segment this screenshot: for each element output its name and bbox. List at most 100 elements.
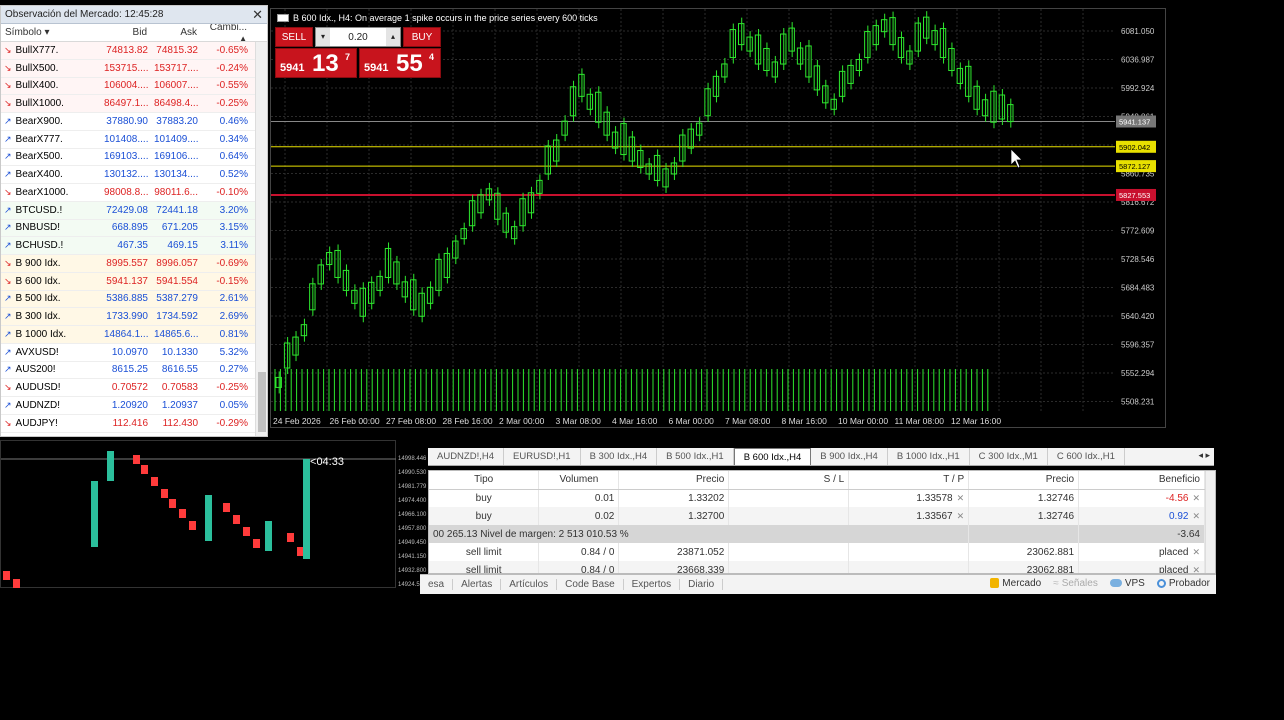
symbol-cell[interactable]: ↗ B 300 Idx. [1,311,101,322]
volume-value[interactable]: 0.20 [348,32,367,43]
vps-button[interactable]: VPS [1109,578,1145,589]
col-volume[interactable]: Volumen [538,471,620,490]
cancel-order-icon[interactable]: ✕ [1192,547,1200,557]
market-watch-row[interactable]: ↗ BearX777. 101408.... 101409.... 0.34% [1,131,267,149]
scrollbar-thumb[interactable] [258,372,266,432]
col-sl[interactable]: S / L [728,471,850,490]
market-watch-row[interactable]: ↗ AVXUSD! 10.0970 10.1330 5.32% [1,344,267,362]
bid-price-button[interactable]: 5941 13 7 [275,48,357,78]
cancel-order-icon[interactable]: ✕ [1192,565,1200,574]
position-row[interactable]: buy 0.02 1.32700 1.33567 ✕ 1.32746 0.92 ✕ [429,507,1205,525]
position-sl[interactable] [728,489,850,507]
close-position-icon[interactable]: ✕ [1192,511,1200,521]
close-position-icon[interactable]: ✕ [1192,493,1200,503]
tabs-scroll-arrows-icon[interactable]: ◂ ▸ [1198,450,1210,461]
chart-tab[interactable]: B 1000 Idx.,H1 [888,448,970,465]
tab-articles[interactable]: Artículos [501,579,558,590]
market-watch-row[interactable]: ↗ AUS200! 8615.25 8616.55 0.27% [1,362,267,380]
symbol-cell[interactable]: ↗ BearX900. [1,116,101,127]
market-watch-row[interactable]: ↘ AUDUSD! 0.70572 0.70583 -0.25% [1,379,267,397]
market-watch-row[interactable]: ↗ AUDNZD! 1.20920 1.20937 0.05% [1,397,267,415]
symbol-cell[interactable]: ↗ BNBUSD! [1,222,101,233]
volume-down-icon[interactable]: ▾ [316,28,330,46]
symbol-cell[interactable]: ↘ B 900 Idx. [1,258,101,269]
symbol-cell[interactable]: ↗ AUDNZD! [1,400,101,411]
symbol-cell[interactable]: ↗ AUS200! [1,364,101,375]
symbol-cell[interactable]: ↗ B 1000 Idx. [1,329,101,340]
close-icon[interactable]: ✕ [252,7,263,23]
symbol-cell[interactable]: ↘ BullX1000. [1,98,101,109]
chart-tab[interactable]: B 600 Idx.,H4 [733,448,812,465]
col-profit[interactable]: Beneficio [1078,471,1205,490]
col-type[interactable]: Tipo [429,471,540,490]
symbol-cell[interactable]: ↘ BullX400. [1,80,101,91]
symbol-cell[interactable]: ↘ AUDJPY! [1,418,101,429]
symbol-cell[interactable]: ↗ BCHUSD.! [1,240,101,251]
buy-button[interactable]: BUY [403,27,441,47]
symbol-cell[interactable]: ↗ B 500 Idx. [1,293,101,304]
market-watch-row[interactable]: ↘ BullX1000. 86497.1... 86498.4... -0.25% [1,95,267,113]
symbol-cell[interactable]: ↘ AUDUSD! [1,382,101,393]
tab-journal[interactable]: Diario [680,579,724,590]
col-current-price[interactable]: Precio [968,471,1080,490]
chart-tab[interactable]: B 900 Idx.,H4 [811,448,888,465]
symbol-cell[interactable]: ↗ AVXUSD! [1,347,101,358]
column-symbol[interactable]: Símbolo ▾ [1,27,101,38]
terminal-scrollbar[interactable] [1205,471,1215,573]
symbol-cell[interactable]: ↘ BullX500. [1,63,101,74]
tab-alerts[interactable]: Alertas [453,579,502,590]
chart-tab[interactable]: C 600 Idx.,H1 [1048,448,1125,465]
symbol-cell[interactable]: ↘ BullX777. [1,45,101,56]
market-watch-row[interactable]: ↗ B 500 Idx. 5386.885 5387.279 2.61% [1,290,267,309]
sell-button[interactable]: SELL [275,27,313,47]
market-watch-row[interactable]: ↘ BullX500. 153715.... 153717.... -0.24% [1,59,267,78]
tab-code-base[interactable]: Code Base [557,579,624,590]
market-watch-row[interactable]: ↘ BullX777. 74813.82 74815.32 -0.65% [1,42,267,60]
tab-trade[interactable]: esa [420,579,454,590]
order-row[interactable]: sell limit 0.84 / 0 23668.339 23062.881 … [429,561,1205,574]
market-watch-row[interactable]: ↘ BullX400. 106004.... 106007.... -0.55% [1,77,267,96]
symbol-cell[interactable]: ↗ BearX400. [1,169,101,180]
position-sl[interactable] [728,507,850,525]
remove-tp-icon[interactable]: ✕ [957,493,965,503]
ask-price-button[interactable]: 5941 55 4 [359,48,441,78]
symbol-cell[interactable]: ↗ BTCUSD.! [1,205,101,216]
tester-button[interactable]: Probador [1156,578,1210,589]
market-watch-row[interactable]: ↗ BearX400. 130132.... 130134.... 0.52% [1,166,267,184]
market-watch-row[interactable]: ↗ BTCUSD.! 72429.08 72441.18 3.20% [1,201,267,220]
market-watch-row[interactable]: ↗ B 300 Idx. 1733.990 1734.592 2.69% [1,308,267,326]
market-button[interactable]: Mercado [990,578,1041,589]
market-watch-row[interactable]: ↘ B 900 Idx. 8995.557 8996.057 -0.69% [1,255,267,273]
market-watch-row[interactable]: ↗ BCHUSD.! 467.35 469.15 3.11% [1,237,267,255]
market-watch-row[interactable]: ↘ AUDJPY! 112.416 112.430 -0.29% [1,415,267,433]
chart-tab[interactable]: B 300 Idx.,H4 [581,448,658,465]
signals-button[interactable]: ≈ Señales [1053,578,1098,589]
col-tp[interactable]: T / P [848,471,970,490]
market-watch-row[interactable]: ↗ BNBUSD! 668.895 671.205 3.15% [1,219,267,238]
column-bid[interactable]: Bid [101,27,151,38]
symbol-cell[interactable]: ↘ BearX1000. [1,187,101,198]
col-price[interactable]: Precio [618,471,730,490]
chart-tab[interactable]: AUDNZD!,H4 [428,448,505,465]
market-watch-row[interactable]: ↗ BearX900. 37880.90 37883.20 0.46% [1,113,267,131]
market-watch-row[interactable]: ↘ B 600 Idx. 5941.137 5941.554 -0.15% [1,272,267,291]
symbol-cell[interactable]: ↘ B 600 Idx. [1,276,101,287]
remove-tp-icon[interactable]: ✕ [957,511,965,521]
market-watch-row[interactable]: ↘ BearX1000. 98008.8... 98011.6... -0.10% [1,184,267,202]
main-chart[interactable]: 6081.0506036.9875992.9245948.8615904.798… [270,8,1166,428]
column-ask[interactable]: Ask [151,27,201,38]
position-tp[interactable]: 1.33578 ✕ [848,489,970,507]
volume-up-icon[interactable]: ▴ [386,28,400,46]
order-row[interactable]: sell limit 0.84 / 0 23871.052 23062.881 … [429,543,1205,561]
market-watch-row[interactable]: ↗ BearX500. 169103.... 169106.... 0.64% [1,149,267,167]
column-change[interactable]: Cambi... ▲ [201,22,251,44]
symbol-cell[interactable]: ↗ BearX500. [1,151,101,162]
position-tp[interactable]: 1.33567 ✕ [848,507,970,525]
market-watch-row[interactable]: ↗ B 1000 Idx. 14864.1... 14865.6... 0.81% [1,326,267,344]
position-row[interactable]: buy 0.01 1.33202 1.33578 ✕ 1.32746 -4.56 ✕ [429,489,1205,507]
symbol-cell[interactable]: ↗ BearX777. [1,134,101,145]
chart-tab[interactable]: B 500 Idx.,H1 [657,448,734,465]
chart-tab[interactable]: C 300 Idx.,M1 [970,448,1048,465]
volume-input[interactable]: ▾ 0.20 ▴ [315,27,401,47]
tab-experts[interactable]: Expertos [624,579,681,590]
